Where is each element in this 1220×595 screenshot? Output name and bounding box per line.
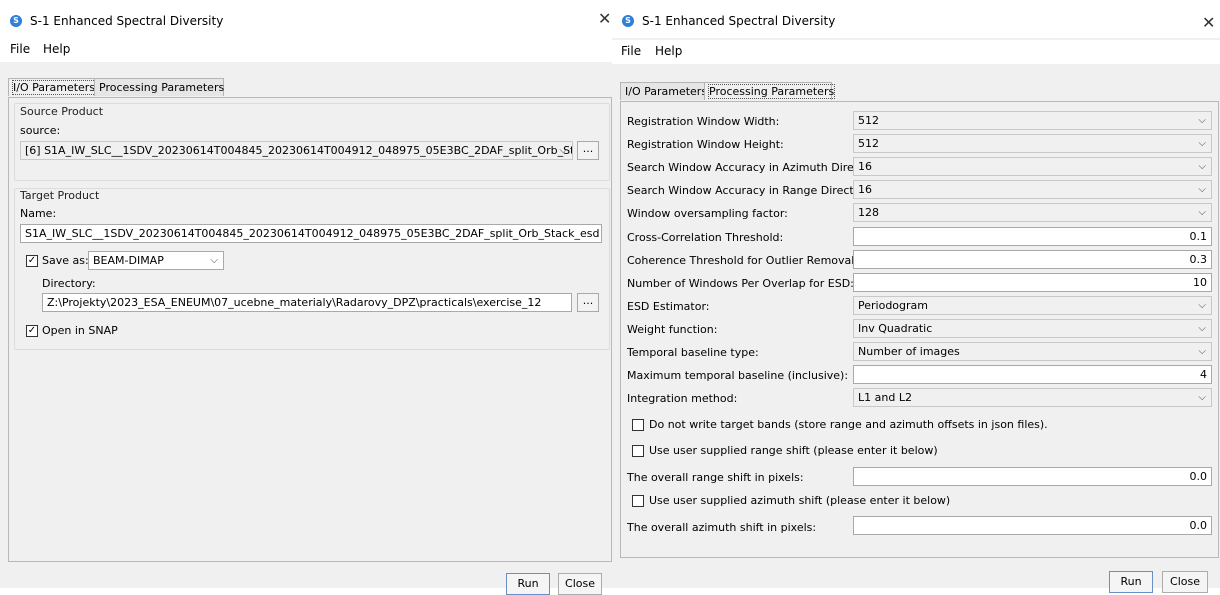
param-label-maximum-temporal-baseline-inclusive: Maximum temporal baseline (inclusive): (627, 369, 849, 382)
directory-browse-button[interactable]: ... (577, 293, 599, 312)
chevron-down-icon: ⌵ (559, 145, 567, 156)
param-value: 512 (858, 114, 879, 127)
right-menu-file[interactable]: File (621, 44, 641, 58)
do-not-write-checkbox[interactable] (632, 419, 644, 431)
left-title-bar: S S-1 Enhanced Spectral Diversity ✕ (0, 0, 612, 38)
source-label: source: (20, 124, 61, 137)
param-value: 512 (858, 137, 879, 150)
param-select-registration-window-width[interactable]: 512 ⌵ (853, 111, 1212, 130)
param-select-esd-estimator[interactable]: Periodogram ⌵ (853, 296, 1212, 315)
right-tab-io-parameters[interactable]: I/O Parameters (620, 82, 712, 100)
source-product-select[interactable]: [6] S1A_IW_SLC__1SDV_20230614T004845_202… (20, 141, 573, 160)
chevron-down-icon: ⌵ (1198, 392, 1206, 403)
left-menu-help[interactable]: Help (43, 42, 70, 56)
param-select-weight-function[interactable]: Inv Quadratic ⌵ (853, 319, 1212, 338)
right-menu-bar: File Help (612, 40, 1220, 64)
range-shift-input[interactable]: 0.0 (853, 467, 1212, 486)
param-label-cross-correlation-threshold: Cross-Correlation Threshold: (627, 231, 784, 244)
left-dialog-window: S S-1 Enhanced Spectral Diversity ✕ File… (0, 0, 612, 595)
param-input-number-of-windows-per-overlap-for-esd[interactable]: 10 (853, 273, 1212, 292)
param-label-search-window-accuracy-in-range-direction: Search Window Accuracy in Range Directio… (627, 184, 875, 197)
chevron-down-icon: ⌵ (1198, 115, 1206, 126)
right-tab-processing-parameters[interactable]: Processing Parameters (704, 82, 836, 100)
param-value: 16 (858, 183, 872, 196)
param-select-integration-method[interactable]: L1 and L2 ⌵ (853, 388, 1212, 407)
param-input-cross-correlation-threshold[interactable]: 0.1 (853, 227, 1212, 246)
param-label-search-window-accuracy-in-azimuth-direction: Search Window Accuracy in Azimuth Direct… (627, 161, 885, 174)
directory-input[interactable]: Z:\Projekty\2023_ESA_ENEUM\07_ucebne_mat… (42, 293, 572, 312)
azimuth-shift-label: The overall azimuth shift in pixels: (627, 521, 817, 534)
left-run-button[interactable]: Run (506, 573, 550, 595)
chevron-down-icon: ⌵ (1198, 138, 1206, 149)
save-as-label: Save as: (42, 254, 89, 267)
param-label-esd-estimator: ESD Estimator: (627, 300, 710, 313)
param-input-coherence-threshold-for-outlier-removal[interactable]: 0.3 (853, 250, 1212, 269)
left-close-icon[interactable]: ✕ (598, 11, 611, 27)
left-tab-io-parameters[interactable]: I/O Parameters (8, 78, 102, 96)
right-run-button[interactable]: Run (1109, 571, 1153, 593)
param-label-integration-method: Integration method: (627, 392, 738, 405)
param-select-temporal-baseline-type[interactable]: Number of images ⌵ (853, 342, 1212, 361)
left-menu-bar: File Help (0, 38, 612, 62)
param-label-number-of-windows-per-overlap-for-esd: Number of Windows Per Overlap for ESD: (627, 277, 854, 290)
param-value: 128 (858, 206, 879, 219)
use-range-shift-checkbox[interactable] (632, 445, 644, 457)
param-label-coherence-threshold-for-outlier-removal: Coherence Threshold for Outlier Removal: (627, 254, 859, 267)
range-shift-label: The overall range shift in pixels: (627, 471, 804, 484)
left-close-button[interactable]: Close (558, 573, 602, 595)
param-value: Periodogram (858, 299, 928, 312)
left-window-title: S-1 Enhanced Spectral Diversity (30, 14, 224, 28)
right-menu-help[interactable]: Help (655, 44, 682, 58)
right-close-icon[interactable]: ✕ (1202, 15, 1215, 31)
chevron-down-icon: ⌵ (1198, 161, 1206, 172)
save-as-checkbox[interactable]: ✓ (26, 255, 38, 267)
azimuth-shift-input[interactable]: 0.0 (853, 516, 1212, 535)
param-label-weight-function: Weight function: (627, 323, 718, 336)
use-range-shift-label: Use user supplied range shift (please en… (649, 444, 938, 457)
source-product-title: Source Product (20, 105, 104, 118)
chevron-down-icon: ⌵ (1198, 207, 1206, 218)
save-format-select[interactable]: BEAM-DIMAP ⌵ (88, 251, 224, 270)
snap-app-icon: S (622, 15, 634, 27)
source-browse-button[interactable]: ... (577, 141, 599, 160)
use-azimuth-shift-checkbox[interactable] (632, 495, 644, 507)
open-in-snap-label: Open in SNAP (42, 324, 118, 337)
directory-label: Directory: (42, 277, 96, 290)
use-azimuth-shift-label: Use user supplied azimuth shift (please … (649, 494, 951, 507)
param-label-window-oversampling-factor: Window oversampling factor: (627, 207, 788, 220)
chevron-down-icon: ⌵ (1198, 184, 1206, 195)
right-title-bar: S S-1 Enhanced Spectral Diversity ✕ (612, 0, 1220, 38)
param-value: 16 (858, 160, 872, 173)
param-label-registration-window-width: Registration Window Width: (627, 115, 780, 128)
name-label: Name: (20, 207, 57, 220)
do-not-write-label: Do not write target bands (store range a… (649, 418, 1048, 431)
param-value: Number of images (858, 345, 960, 358)
param-value: L1 and L2 (858, 391, 912, 404)
chevron-down-icon: ⌵ (1198, 300, 1206, 311)
open-in-snap-checkbox[interactable]: ✓ (26, 325, 38, 337)
left-tab-processing-parameters[interactable]: Processing Parameters (94, 78, 224, 96)
chevron-down-icon: ⌵ (1198, 346, 1206, 357)
right-window-title: S-1 Enhanced Spectral Diversity (642, 14, 836, 28)
param-input-maximum-temporal-baseline-inclusive[interactable]: 4 (853, 365, 1212, 384)
right-close-button[interactable]: Close (1162, 571, 1208, 593)
chevron-down-icon: ⌵ (1198, 323, 1206, 334)
right-dialog-window: S S-1 Enhanced Spectral Diversity ✕ File… (612, 0, 1220, 593)
save-format-value: BEAM-DIMAP (93, 254, 164, 267)
param-select-registration-window-height[interactable]: 512 ⌵ (853, 134, 1212, 153)
target-product-title: Target Product (20, 189, 100, 202)
chevron-down-icon: ⌵ (210, 255, 218, 266)
param-label-registration-window-height: Registration Window Height: (627, 138, 784, 151)
param-select-window-oversampling-factor[interactable]: 128 ⌵ (853, 203, 1212, 222)
left-menu-file[interactable]: File (10, 42, 30, 56)
param-select-search-window-accuracy-in-azimuth-direction[interactable]: 16 ⌵ (853, 157, 1212, 176)
param-value: Inv Quadratic (858, 322, 933, 335)
target-name-input[interactable]: S1A_IW_SLC__1SDV_20230614T004845_2023061… (20, 224, 602, 243)
param-label-temporal-baseline-type: Temporal baseline type: (627, 346, 759, 359)
snap-app-icon: S (10, 15, 22, 27)
param-select-search-window-accuracy-in-range-direction[interactable]: 16 ⌵ (853, 180, 1212, 199)
source-product-value: [6] S1A_IW_SLC__1SDV_20230614T004845_202… (25, 144, 573, 157)
